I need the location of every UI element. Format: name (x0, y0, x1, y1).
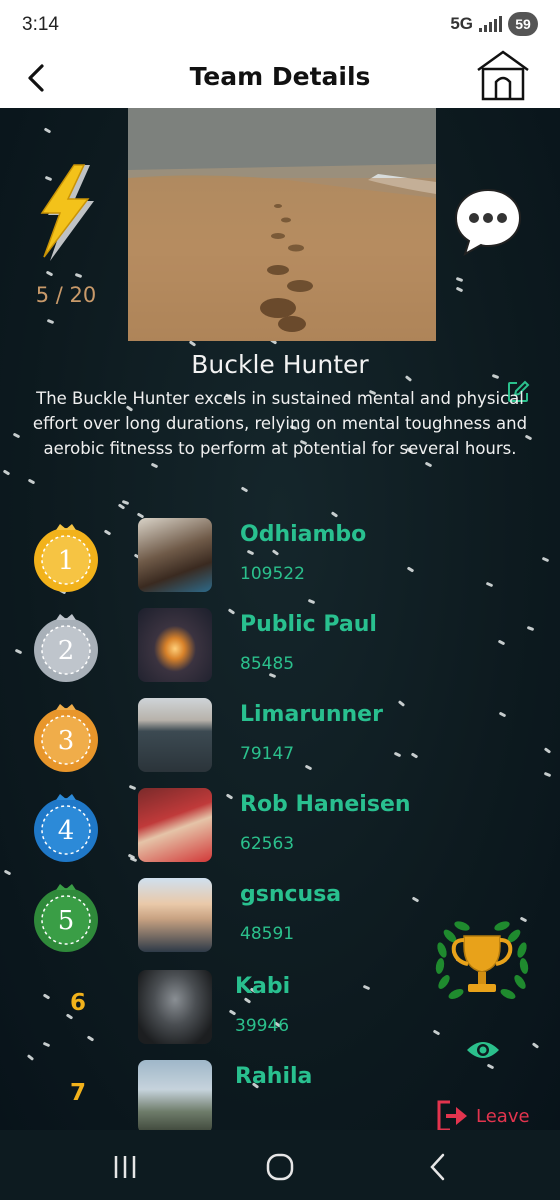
member-score: 62563 (240, 834, 295, 854)
home-nav-button[interactable] (265, 1152, 295, 1182)
chevron-left-icon (430, 1153, 445, 1181)
chat-bubble-icon (454, 188, 522, 257)
svg-text:2: 2 (58, 636, 75, 666)
member-score: 109522 (240, 564, 305, 584)
medal-bronze-icon: 3 (34, 704, 98, 772)
member-name: Odhiambo (240, 522, 367, 547)
team-member-count: 5 / 20 (35, 283, 97, 307)
member-name: Rahila (235, 1064, 313, 1089)
star-decoration (46, 318, 55, 325)
status-indicators: 5G 59 (450, 12, 538, 36)
star-decoration (2, 469, 11, 476)
avatar (138, 1060, 212, 1130)
eye-icon (467, 1042, 499, 1058)
star-decoration (12, 432, 21, 439)
app-header: Team Details (0, 50, 560, 108)
medal-green-icon: 5 (34, 884, 98, 952)
star-decoration (455, 276, 464, 283)
svg-text:4: 4 (58, 816, 75, 846)
svg-text:1: 1 (58, 546, 75, 576)
network-label: 5G (450, 14, 473, 33)
member-score: 39946 (235, 1016, 290, 1036)
member-row[interactable]: 1 Odhiambo 109522 (0, 518, 560, 604)
recent-apps-icon (114, 1156, 136, 1178)
avatar (138, 788, 212, 862)
battery-indicator: 59 (508, 12, 538, 36)
home-circle-icon (266, 1153, 294, 1181)
home-button[interactable] (474, 50, 532, 102)
medal-silver-icon: 2 (34, 614, 98, 682)
star-decoration (240, 486, 249, 493)
star-decoration (74, 272, 83, 279)
star-decoration (424, 461, 433, 468)
star-decoration (43, 127, 52, 134)
leaderboard-button[interactable] (430, 912, 534, 1008)
avatar (138, 518, 212, 592)
star-decoration (27, 478, 36, 485)
leave-label: Leave (476, 1105, 530, 1127)
avatar (138, 878, 212, 952)
team-name: Buckle Hunter (191, 350, 369, 379)
status-bar: 3:14 5G 59 (0, 0, 560, 50)
lightning-bolt-icon (36, 163, 100, 263)
member-score: 79147 (240, 744, 295, 764)
member-name: gsncusa (240, 882, 342, 907)
star-decoration (117, 503, 126, 510)
logout-icon (437, 1100, 467, 1130)
star-decoration (45, 270, 54, 277)
back-nav-button[interactable] (424, 1152, 454, 1182)
view-button[interactable] (466, 1038, 500, 1062)
member-name: Public Paul (240, 612, 377, 637)
signal-icon (479, 16, 502, 32)
leave-button[interactable]: Leave (436, 1098, 530, 1130)
star-decoration (455, 286, 464, 293)
member-row[interactable]: 4 Rob Haneisen 62563 (0, 788, 560, 874)
team-details-content: 5 / 20 Buckle Hunter The Buckle Hunter e… (0, 108, 560, 1130)
trophy-laurel-icon (435, 921, 529, 999)
medal-blue-icon: 4 (34, 794, 98, 862)
member-row[interactable]: 2 Public Paul 85485 (0, 608, 560, 694)
member-score: 48591 (240, 924, 295, 944)
avatar (138, 608, 212, 682)
rank-number: 7 (69, 1080, 86, 1106)
rank-number: 6 (69, 990, 86, 1016)
star-decoration (188, 340, 197, 347)
star-decoration (121, 499, 130, 506)
member-row[interactable]: 3 Limarunner 79147 (0, 698, 560, 784)
recent-apps-button[interactable] (110, 1152, 140, 1182)
member-score: 85485 (240, 654, 295, 674)
member-name: Limarunner (240, 702, 383, 727)
member-name: Rob Haneisen (240, 792, 411, 817)
star-decoration (150, 462, 159, 469)
avatar (138, 970, 212, 1044)
chat-button[interactable] (452, 186, 524, 258)
medal-gold-icon: 1 (34, 524, 98, 592)
svg-text:5: 5 (58, 906, 75, 936)
team-description: The Buckle Hunter excels in sustained me… (32, 389, 528, 458)
star-decoration (330, 511, 339, 518)
team-photo (128, 108, 436, 341)
avatar (138, 698, 212, 772)
svg-text:3: 3 (58, 726, 75, 756)
status-time: 3:14 (22, 14, 59, 35)
home-icon (477, 50, 529, 101)
member-name: Kabi (235, 974, 291, 999)
system-navigation-bar (0, 1130, 560, 1200)
